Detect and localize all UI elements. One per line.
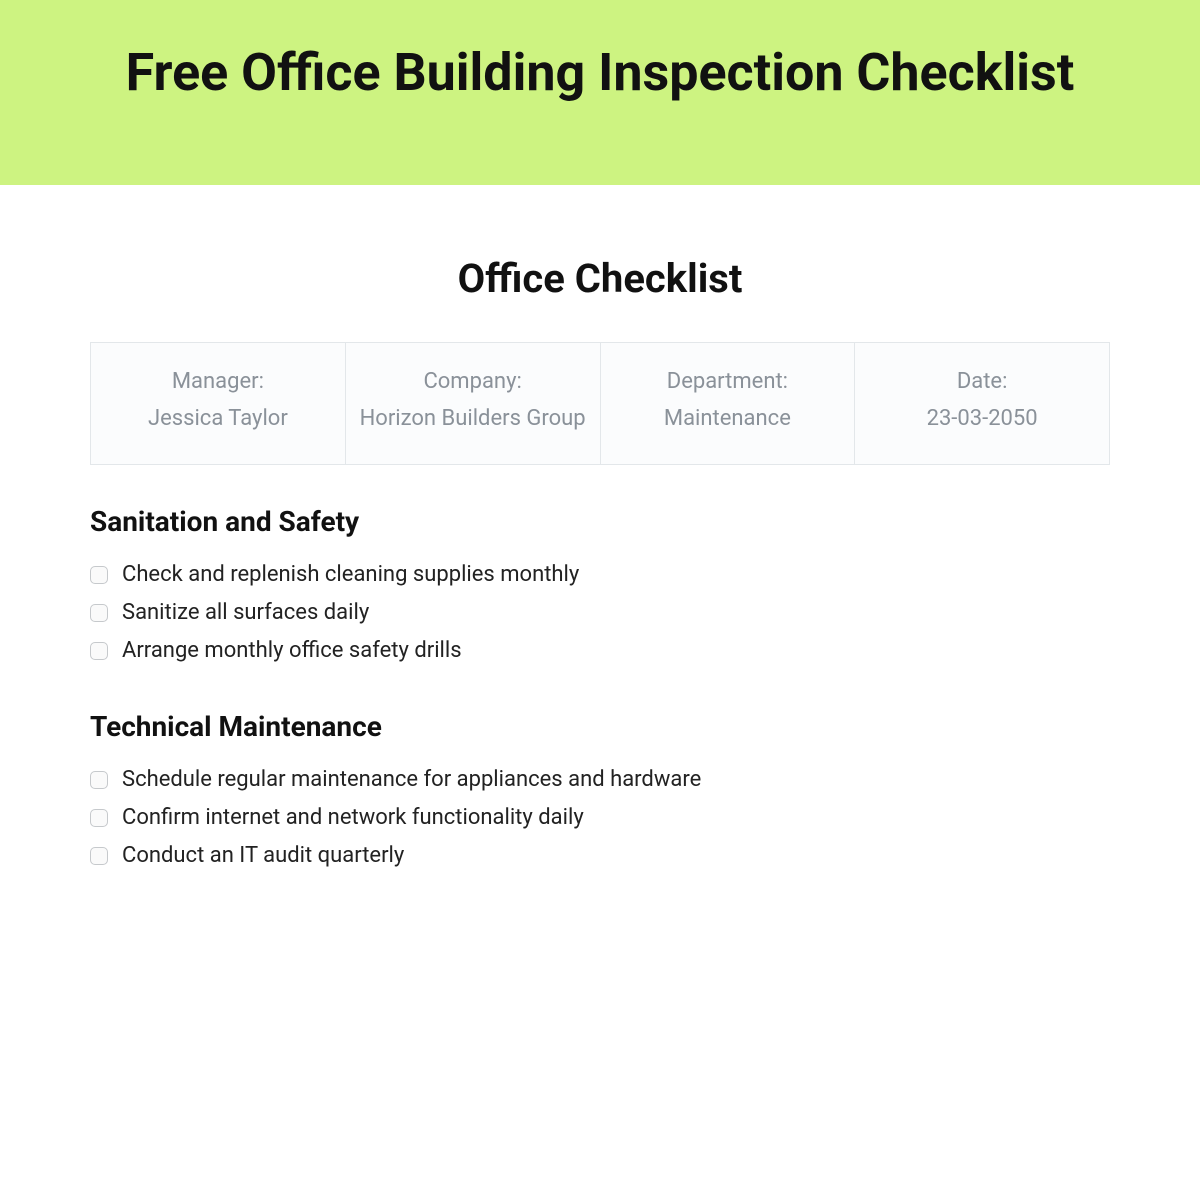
list-item-label: Conduct an IT audit quarterly xyxy=(122,839,404,873)
checkbox-icon[interactable] xyxy=(90,604,108,622)
document-title: Office Checklist xyxy=(90,255,1110,302)
list-item-label: Schedule regular maintenance for applian… xyxy=(122,763,701,797)
section-technical: Technical Maintenance Schedule regular m… xyxy=(90,710,1110,875)
section-heading: Technical Maintenance xyxy=(90,710,1110,743)
info-value: Horizon Builders Group xyxy=(356,400,590,437)
info-value: Jessica Taylor xyxy=(101,400,335,437)
list-item: Schedule regular maintenance for applian… xyxy=(90,761,1110,799)
info-cell-manager: Manager: Jessica Taylor xyxy=(91,343,346,465)
checklist: Check and replenish cleaning supplies mo… xyxy=(90,556,1110,670)
info-value: Maintenance xyxy=(611,400,845,437)
info-value: 23-03-2050 xyxy=(865,400,1099,437)
list-item-label: Sanitize all surfaces daily xyxy=(122,596,369,630)
list-item: Conduct an IT audit quarterly xyxy=(90,837,1110,875)
info-cell-company: Company: Horizon Builders Group xyxy=(345,343,600,465)
info-cell-department: Department: Maintenance xyxy=(600,343,855,465)
checkbox-icon[interactable] xyxy=(90,566,108,584)
list-item: Check and replenish cleaning supplies mo… xyxy=(90,556,1110,594)
info-label: Department: xyxy=(611,363,845,400)
banner: Free Office Building Inspection Checklis… xyxy=(0,0,1200,185)
list-item: Arrange monthly office safety drills xyxy=(90,632,1110,670)
list-item-label: Check and replenish cleaning supplies mo… xyxy=(122,558,579,592)
list-item-label: Arrange monthly office safety drills xyxy=(122,634,462,668)
info-label: Date: xyxy=(865,363,1099,400)
banner-title: Free Office Building Inspection Checklis… xyxy=(60,40,1140,105)
list-item: Sanitize all surfaces daily xyxy=(90,594,1110,632)
document-body: Office Checklist Manager: Jessica Taylor… xyxy=(0,185,1200,875)
checklist: Schedule regular maintenance for applian… xyxy=(90,761,1110,875)
list-item: Confirm internet and network functionali… xyxy=(90,799,1110,837)
info-table: Manager: Jessica Taylor Company: Horizon… xyxy=(90,342,1110,465)
checkbox-icon[interactable] xyxy=(90,771,108,789)
checkbox-icon[interactable] xyxy=(90,847,108,865)
info-cell-date: Date: 23-03-2050 xyxy=(855,343,1110,465)
section-heading: Sanitation and Safety xyxy=(90,505,1110,538)
list-item-label: Confirm internet and network functionali… xyxy=(122,801,584,835)
section-sanitation: Sanitation and Safety Check and replenis… xyxy=(90,505,1110,670)
checkbox-icon[interactable] xyxy=(90,642,108,660)
info-label: Manager: xyxy=(101,363,335,400)
checkbox-icon[interactable] xyxy=(90,809,108,827)
info-label: Company: xyxy=(356,363,590,400)
